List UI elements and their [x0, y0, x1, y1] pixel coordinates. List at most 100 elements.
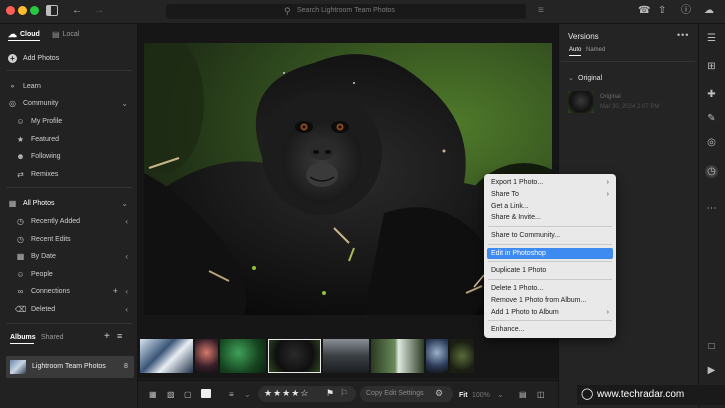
filmstrip-thumbnail[interactable]	[220, 339, 266, 373]
single-view-icon[interactable]	[201, 389, 211, 398]
filmstrip-thumbnail-selected[interactable]	[268, 339, 321, 373]
version-thumbnail[interactable]	[568, 91, 594, 113]
sidebar-item-community[interactable]: ◎ Community ⌄	[0, 96, 138, 110]
heal-brush-icon[interactable]: ✚	[705, 88, 718, 101]
tab-albums[interactable]: Albums	[10, 334, 36, 341]
masking-icon[interactable]: ◎	[705, 136, 718, 149]
add-album-icon[interactable]: +	[104, 331, 110, 342]
star-filled-icon[interactable]: ★	[264, 388, 273, 398]
menu-divider	[488, 320, 612, 321]
reject-flag-icon[interactable]: ⚐	[340, 388, 348, 399]
forward-arrow-icon[interactable]: →	[94, 5, 104, 17]
flag-icon[interactable]: ⚑	[326, 388, 334, 399]
chevron-down-icon[interactable]: ⌄	[121, 199, 128, 208]
globe-icon: ◎	[9, 98, 16, 108]
tag-icon[interactable]: ▶	[705, 364, 718, 377]
menu-item-share-to[interactable]: Share To ›	[487, 189, 613, 200]
filmstrip-thumbnail[interactable]	[323, 339, 369, 373]
menu-item-get-link[interactable]: Get a Link...	[487, 201, 613, 212]
add-connection-icon[interactable]: +	[113, 286, 118, 296]
tab-local[interactable]: ▤ Local	[52, 28, 92, 40]
sidebar-item-recent-edits[interactable]: ◷ Recent Edits	[0, 232, 138, 246]
sidebar-item-remixes[interactable]: ⇄ Remixes	[0, 167, 138, 181]
more-tools-icon[interactable]: ⋯	[705, 202, 718, 215]
notification-bell-icon[interactable]: ☎	[638, 5, 650, 17]
square-grid-icon[interactable]: ▧	[167, 390, 175, 399]
sidebar-item-connections[interactable]: ∞ Connections + ‹	[0, 284, 138, 298]
sidebar-toggle-icon[interactable]	[46, 5, 58, 20]
sort-icon[interactable]: ≡	[229, 390, 234, 399]
tab-auto[interactable]: Auto	[569, 47, 581, 53]
star-rating[interactable]: ★★★★☆	[264, 388, 309, 399]
menu-item-remove-from-album[interactable]: Remove 1 Photo from Album...	[487, 295, 613, 306]
menu-item-export[interactable]: Export 1 Photo... ›	[487, 177, 613, 188]
menu-item-add-to-album[interactable]: Add 1 Photo to Album ›	[487, 307, 613, 318]
filmstrip-thumbnail[interactable]	[371, 339, 424, 373]
album-item-lightroom-team-photos[interactable]: Lightroom Team Photos 8	[6, 356, 134, 378]
menu-item-label: Remove 1 Photo from Album...	[491, 297, 587, 304]
zoom-value[interactable]: 100%	[472, 392, 490, 399]
search-input[interactable]: ⚲ Search Lightroom Team Photos	[166, 4, 526, 19]
split-view-icon[interactable]: ◫	[537, 390, 545, 399]
versions-history-icon[interactable]: ◷	[705, 165, 718, 178]
star-filled-icon[interactable]: ★	[291, 388, 300, 398]
chevron-down-icon[interactable]: ⌄	[568, 74, 574, 82]
filter-icon[interactable]: ≡	[538, 5, 544, 17]
detail-view-icon[interactable]: ▢	[184, 390, 192, 399]
filmstrip-thumbnail[interactable]	[426, 339, 448, 373]
menu-item-share-community[interactable]: Share to Community...	[487, 230, 613, 241]
sidebar-item-label: Recently Added	[31, 217, 81, 225]
filmstrip-thumbnail[interactable]	[450, 339, 474, 373]
tab-shared[interactable]: Shared	[41, 334, 64, 341]
menu-item-delete[interactable]: Delete 1 Photo...	[487, 283, 613, 294]
sidebar-item-deleted[interactable]: ⌫ Deleted ‹	[0, 302, 138, 316]
cloud-icon[interactable]: ☁	[704, 5, 714, 17]
chevron-down-icon[interactable]: ⌄	[244, 390, 251, 399]
chevron-left-icon[interactable]: ‹	[125, 252, 128, 261]
star-filled-icon[interactable]: ★	[282, 388, 291, 398]
filmstrip-thumbnail[interactable]	[140, 339, 193, 373]
gear-icon[interactable]: ⚙	[435, 388, 443, 399]
menu-item-duplicate[interactable]: Duplicate 1 Photo	[487, 265, 613, 276]
sidebar-item-following[interactable]: ☻ Following	[0, 149, 138, 163]
sidebar-item-all-photos[interactable]: ▦ All Photos ⌄	[0, 196, 138, 210]
chevron-left-icon[interactable]: ‹	[125, 287, 128, 296]
compare-icon[interactable]: ▤	[519, 390, 527, 399]
sidebar-item-my-profile[interactable]: ☺ My Profile	[0, 114, 138, 128]
zoom-window-button[interactable]	[30, 6, 39, 15]
comment-icon[interactable]: □	[705, 340, 718, 353]
chevron-left-icon[interactable]: ‹	[125, 217, 128, 226]
sidebar-item-people[interactable]: ☺ People	[0, 267, 138, 281]
help-icon[interactable]: ⓘ	[681, 5, 691, 17]
sidebar-item-featured[interactable]: ★ Featured	[0, 132, 138, 146]
menu-item-enhance[interactable]: Enhance...	[487, 324, 613, 335]
sort-icon[interactable]: ≡	[117, 331, 122, 341]
more-options-icon[interactable]: •••	[677, 30, 689, 40]
tab-cloud[interactable]: ☁ Cloud	[8, 28, 48, 40]
share-icon[interactable]: ⇧	[658, 5, 666, 17]
clock-plus-icon: ◷	[17, 216, 24, 226]
edit-sliders-icon[interactable]: ☰	[705, 32, 718, 45]
sidebar-item-label: Community	[23, 99, 59, 107]
crop-icon[interactable]: ⊞	[705, 60, 718, 73]
sidebar-item-by-date[interactable]: ▦ By Date ‹	[0, 249, 138, 263]
menu-item-share-invite[interactable]: Share & Invite...	[487, 212, 613, 223]
sidebar-item-recently-added[interactable]: ◷ Recently Added ‹	[0, 214, 138, 228]
star-empty-icon[interactable]: ☆	[300, 388, 309, 398]
menu-item-edit-in-photoshop[interactable]: Edit in Photoshop	[487, 248, 613, 259]
add-photos-button[interactable]: + Add Photos	[0, 51, 138, 65]
minimize-window-button[interactable]	[18, 6, 27, 15]
bandage-icon[interactable]: ✎	[705, 112, 718, 125]
copy-edit-settings-button[interactable]: Copy Edit Settings ⚙	[360, 386, 453, 402]
chevron-down-icon[interactable]: ⌄	[497, 390, 504, 399]
back-arrow-icon[interactable]: ←	[72, 5, 82, 17]
star-filled-icon[interactable]: ★	[273, 388, 282, 398]
tab-named[interactable]: Named	[586, 47, 605, 53]
grid-view-icon[interactable]: ▦	[149, 390, 157, 399]
fit-label[interactable]: Fit	[459, 392, 468, 399]
chevron-down-icon[interactable]: ⌄	[121, 99, 128, 108]
filmstrip-thumbnail[interactable]	[195, 339, 218, 373]
sidebar-item-learn[interactable]: ⚬ Learn	[0, 79, 138, 93]
close-window-button[interactable]	[6, 6, 15, 15]
chevron-left-icon[interactable]: ‹	[125, 305, 128, 314]
